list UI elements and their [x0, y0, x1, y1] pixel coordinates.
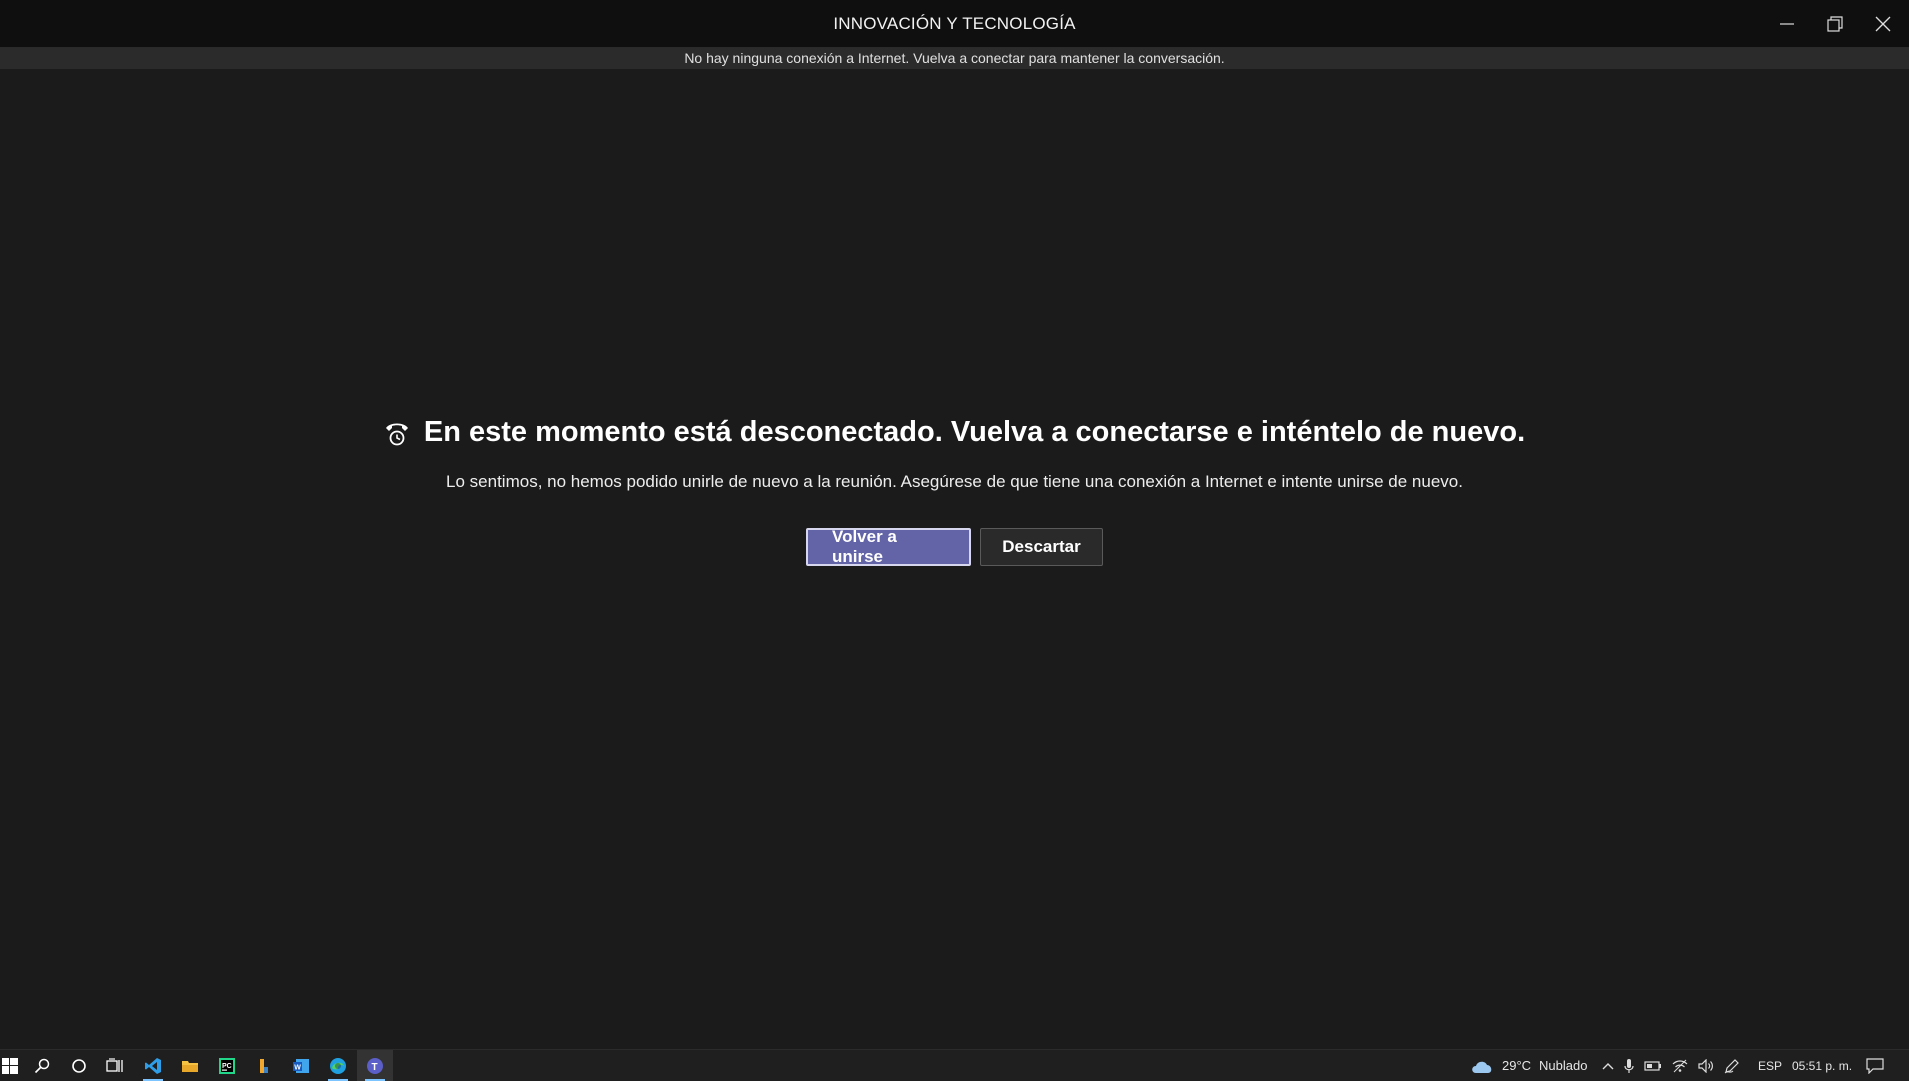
- pycharm-icon: PC: [219, 1057, 235, 1074]
- disconnected-message: Lo sentimos, no hemos podido unirle de n…: [446, 472, 1463, 491]
- cortana-button[interactable]: [61, 1050, 97, 1081]
- window-title: INNOVACIÓN Y TECNOLOGÍA: [833, 14, 1076, 33]
- minimize-button[interactable]: [1763, 0, 1811, 47]
- search-icon: [34, 1058, 50, 1073]
- clock[interactable]: 05:51 p. m.: [1792, 1050, 1852, 1081]
- headline-text: En este momento está desconectado. Vuelv…: [423, 416, 1526, 448]
- edge-button[interactable]: [320, 1050, 356, 1081]
- microphone-icon: [1624, 1058, 1634, 1073]
- word-icon: W: [293, 1058, 309, 1073]
- start-icon: [2, 1057, 18, 1074]
- language-label: ESP: [1758, 1058, 1783, 1073]
- action-buttons: Volver a unirse Descartar: [0, 527, 1909, 566]
- pen-icon: [1724, 1058, 1739, 1073]
- weather-temp: 29°C: [1502, 1058, 1532, 1073]
- word-button[interactable]: W: [283, 1050, 319, 1081]
- notifications-button[interactable]: [1866, 1050, 1884, 1081]
- microphone-button[interactable]: [1624, 1058, 1634, 1074]
- chevron-up-icon: [1602, 1062, 1614, 1069]
- cortana-icon: [72, 1058, 86, 1073]
- connection-notice: No hay ninguna conexión a Internet. Vuel…: [0, 48, 1909, 69]
- minimize-icon: [1780, 22, 1794, 25]
- svg-text:T: T: [372, 1062, 378, 1073]
- phone-hangup-clock-icon: [385, 423, 408, 445]
- pycharm-button[interactable]: PC: [209, 1050, 245, 1081]
- search-button[interactable]: [24, 1050, 60, 1081]
- network-button[interactable]: [1672, 1059, 1688, 1073]
- task-view-button[interactable]: [97, 1050, 133, 1081]
- vscode-button[interactable]: [135, 1050, 171, 1081]
- teams-icon: T: [367, 1057, 383, 1074]
- app-icon: [260, 1058, 268, 1073]
- restore-button[interactable]: [1811, 0, 1859, 47]
- language-indicator[interactable]: ESP: [1758, 1050, 1782, 1081]
- battery-icon: [1644, 1060, 1661, 1071]
- clock-time: 05:51 p. m.: [1792, 1058, 1853, 1073]
- file-explorer-button[interactable]: [172, 1050, 208, 1081]
- disconnected-headline: En este momento está desconectado. Vuelv…: [0, 416, 1909, 449]
- close-button[interactable]: [1859, 0, 1907, 47]
- network-icon: [1672, 1059, 1688, 1072]
- task-view-icon: [106, 1057, 123, 1072]
- taskbar: PC W T 29°C Nublado ESP 05:51 p. m.: [0, 1049, 1909, 1081]
- volume-button[interactable]: [1698, 1058, 1714, 1073]
- volume-icon: [1698, 1058, 1713, 1073]
- cloud-icon: [1472, 1061, 1492, 1073]
- rejoin-button[interactable]: Volver a unirse: [806, 527, 971, 566]
- notification-icon: [1866, 1057, 1884, 1074]
- title-bar: INNOVACIÓN Y TECNOLOGÍA: [0, 0, 1909, 48]
- svg-text:PC: PC: [222, 1063, 232, 1070]
- app-button[interactable]: [246, 1050, 282, 1081]
- tray-expand-button[interactable]: [1602, 1061, 1614, 1071]
- edge-icon: [330, 1057, 346, 1074]
- vscode-icon: [145, 1057, 161, 1074]
- close-icon: [1875, 16, 1891, 31]
- file-explorer-icon: [182, 1060, 198, 1072]
- svg-text:W: W: [294, 1064, 301, 1071]
- pen-button[interactable]: [1724, 1058, 1740, 1074]
- dismiss-button[interactable]: Descartar: [980, 528, 1103, 566]
- weather-widget[interactable]: 29°C Nublado: [1470, 1050, 1587, 1081]
- system-tray: [1602, 1050, 1740, 1081]
- restore-icon: [1827, 15, 1843, 32]
- battery-button[interactable]: [1644, 1060, 1662, 1072]
- teams-button[interactable]: T: [357, 1050, 393, 1081]
- weather-condition: Nublado: [1539, 1058, 1588, 1073]
